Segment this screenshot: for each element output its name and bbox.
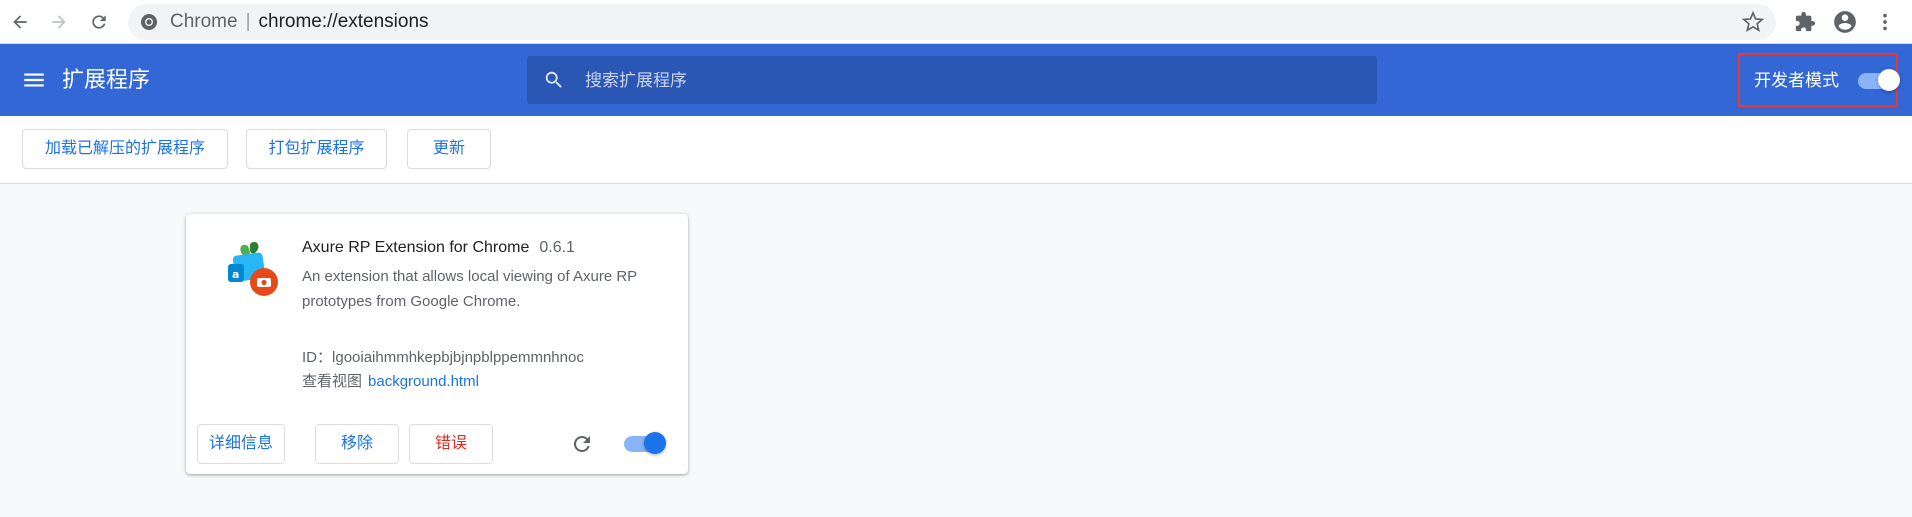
load-unpacked-button[interactable]: 加载已解压的扩展程序 xyxy=(22,129,228,169)
inspect-views-label: 查看视图 xyxy=(302,373,363,390)
extensions-header: 扩展程序 开发者模式 xyxy=(0,44,1912,116)
reload-icon[interactable] xyxy=(84,7,114,37)
extension-id: ID：lgooiaihmmhkepbjbjnpblppemmnhnoc xyxy=(302,347,584,369)
forward-icon[interactable] xyxy=(44,7,74,37)
extension-name-line: Axure RP Extension for Chrome 0.6.1 xyxy=(302,238,575,258)
developer-actions-bar: 加载已解压的扩展程序 打包扩展程序 更新 xyxy=(0,116,1912,184)
developer-mode-label: 开发者模式 xyxy=(1754,71,1839,90)
toggle-knob xyxy=(1878,69,1900,91)
extension-enable-toggle[interactable] xyxy=(624,432,666,454)
extension-id-value: lgooiaihmmhkepbjbjnpblppemmnhnoc xyxy=(332,349,584,366)
svg-text:a: a xyxy=(232,268,239,281)
update-button[interactable]: 更新 xyxy=(407,129,491,169)
account-icon[interactable] xyxy=(1832,9,1858,35)
pack-extension-button[interactable]: 打包扩展程序 xyxy=(246,129,387,169)
site-name: Chrome xyxy=(170,11,238,32)
more-vert-icon[interactable] xyxy=(1872,9,1898,35)
chrome-logo-icon xyxy=(140,13,158,31)
star-icon[interactable] xyxy=(1741,10,1765,33)
extension-version: 0.6.1 xyxy=(539,239,575,256)
page-title: 扩展程序 xyxy=(62,67,151,92)
extension-reload-icon[interactable] xyxy=(570,432,594,456)
background-page-link[interactable]: background.html xyxy=(368,373,479,390)
remove-button[interactable]: 移除 xyxy=(315,424,399,464)
search-box[interactable] xyxy=(527,56,1377,106)
menu-icon[interactable] xyxy=(20,67,48,93)
developer-mode-highlight: 开发者模式 xyxy=(1738,53,1900,107)
toggle-knob xyxy=(644,432,666,454)
details-button[interactable]: 详细信息 xyxy=(197,424,285,464)
back-icon[interactable] xyxy=(5,7,35,37)
axure-extension-icon: a xyxy=(220,238,280,298)
address-separator: | xyxy=(245,11,251,32)
developer-mode-toggle[interactable] xyxy=(1858,69,1900,91)
extension-name: Axure RP Extension for Chrome xyxy=(302,239,530,256)
address-text: Chrome | chrome://extensions xyxy=(170,11,429,32)
extensions-puzzle-icon[interactable] xyxy=(1792,9,1818,35)
extension-id-label: ID： xyxy=(302,349,333,366)
extension-description: An extension that allows local viewing o… xyxy=(302,268,637,310)
url-text: chrome://extensions xyxy=(258,11,429,32)
errors-button[interactable]: 错误 xyxy=(409,424,493,464)
search-icon xyxy=(543,69,565,91)
browser-toolbar: Chrome | chrome://extensions xyxy=(0,0,1912,44)
search-input[interactable] xyxy=(583,56,1357,106)
extension-card: a Axure RP Extension for Chrome 0.6.1 An … xyxy=(186,214,688,474)
address-bar[interactable]: Chrome | chrome://extensions xyxy=(128,4,1776,40)
inspect-views: 查看视图 background.html xyxy=(302,371,479,393)
